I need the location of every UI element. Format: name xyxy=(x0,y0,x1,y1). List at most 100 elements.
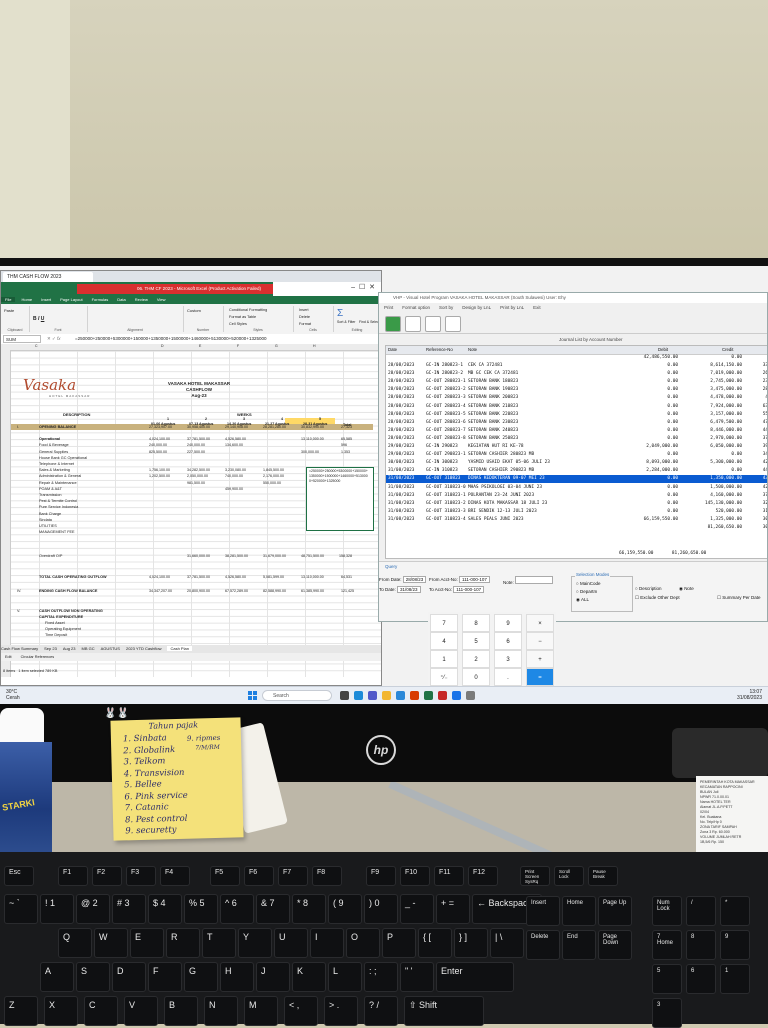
cell-value[interactable]: 4,024,100.00 xyxy=(149,575,170,579)
vhp-menu[interactable]: Print Format option Sort by Design by LnL Pr… xyxy=(379,303,767,313)
row-label[interactable]: Overdraft O/P xyxy=(39,554,62,558)
to-date-field[interactable]: To Date: 31/08/23 xyxy=(379,586,421,593)
key-f9[interactable]: F9 xyxy=(366,866,396,886)
cell-value[interactable]: 1,756,100.00 xyxy=(149,468,170,472)
from-acct-input[interactable]: 111-000-107 xyxy=(459,576,490,583)
key-digit[interactable]: % 5 xyxy=(184,894,218,924)
key-digit[interactable]: & 7 xyxy=(256,894,290,924)
cell-value[interactable]: 82,588,990.00 xyxy=(263,589,286,593)
key-j[interactable]: J xyxy=(256,962,290,992)
cell-value[interactable]: 13,110,000.00 xyxy=(301,575,324,579)
journal-row[interactable]: 28/08/2023 GC-OUT 280823-5 SETORAN BANK 22… xyxy=(386,411,767,419)
journal-list[interactable]: Date Reference-No Note Debit Credit 42,4… xyxy=(385,345,767,559)
cell-value[interactable]: 2,176,000.00 xyxy=(263,474,284,478)
cell-value[interactable]: 134,600.00 xyxy=(225,443,243,447)
cell-value[interactable]: 1,353 xyxy=(341,450,350,454)
key-i[interactable]: I xyxy=(310,928,344,958)
cell-value[interactable]: 30,958,400.00 xyxy=(187,425,210,429)
office-icon[interactable] xyxy=(410,691,419,700)
vhp-app-icon[interactable] xyxy=(438,691,447,700)
cell-value[interactable]: 4,024,100.00 xyxy=(149,437,170,441)
key-f[interactable]: F xyxy=(148,962,182,992)
key-delete[interactable]: Delete xyxy=(526,930,560,960)
cell-value[interactable]: 158,328 xyxy=(339,554,352,558)
cell-value[interactable]: 1,202,500.00 xyxy=(149,474,170,478)
key-digit[interactable]: ! 1 xyxy=(40,894,74,924)
cell-value[interactable]: 30,832,990.00 xyxy=(301,425,324,429)
key-c[interactable]: C xyxy=(84,996,118,1026)
journal-row[interactable]: 31/08/2023 GC-IN 310823 SETORAN CASHIER 29… xyxy=(386,467,767,475)
cell-value[interactable]: 227,500.00 xyxy=(187,450,205,454)
weather-widget[interactable]: 30°C Cerah xyxy=(6,689,20,701)
row-label[interactable]: Food & Beverage xyxy=(39,443,69,447)
row-label[interactable]: CASH OUTFLOW NON OPERATING xyxy=(39,609,103,613)
key-[interactable]: < , xyxy=(284,996,318,1026)
file-explorer-icon[interactable] xyxy=(382,691,391,700)
key-f10[interactable]: F10 xyxy=(400,866,430,886)
calc-key[interactable]: 8 xyxy=(462,614,490,632)
key-scroll[interactable]: Scroll Lock xyxy=(554,866,584,886)
row-label[interactable]: Administration & General xyxy=(39,474,81,478)
vhp-menu-item[interactable]: Format option xyxy=(402,305,430,310)
key-pause[interactable]: Pause Break xyxy=(588,866,618,886)
key-print[interactable]: Print Screen SysRq xyxy=(520,866,550,886)
col-note[interactable]: Note xyxy=(468,346,477,354)
vhp-menu-item[interactable]: Print by LnL xyxy=(500,305,524,310)
row-label[interactable]: House Bank GC Operational xyxy=(39,456,87,460)
key-f2[interactable]: F2 xyxy=(92,866,122,886)
key-t[interactable]: T xyxy=(202,928,236,958)
key-[interactable]: } ] xyxy=(454,928,488,958)
calc-key[interactable]: ⁺⁄₋ xyxy=(430,668,458,686)
key-digit[interactable]: $ 4 xyxy=(148,894,182,924)
row-label[interactable]: Bank Charge xyxy=(39,512,61,516)
cell-value[interactable]: 240,000.00 xyxy=(149,443,167,447)
key-digit[interactable]: ( 9 xyxy=(328,894,362,924)
key-f4[interactable]: F4 xyxy=(160,866,190,886)
edge-icon[interactable] xyxy=(354,691,363,700)
key-e[interactable]: E xyxy=(130,928,164,958)
key-f12[interactable]: F12 xyxy=(468,866,498,886)
key-b[interactable]: B xyxy=(164,996,198,1026)
option-note[interactable]: ◉ Note xyxy=(679,586,694,592)
windows-taskbar[interactable]: 30°C Cerah Search 13:07 31/08/2023 xyxy=(0,686,768,704)
journal-row[interactable]: 31/08/2023 GC-OUT 310823-1 POLRANTAN 23-24… xyxy=(386,492,767,500)
calc-key[interactable]: = xyxy=(526,668,554,686)
row-label[interactable]: Telephone & Internet xyxy=(39,462,74,466)
row-label[interactable]: Time Deposit xyxy=(45,633,67,637)
journal-row[interactable]: 28/08/2023 GC-OUT 280823-8 SETORAN BANK 25… xyxy=(386,435,767,443)
sheet-tab[interactable]: Cash Plan xyxy=(167,646,192,651)
key-numpad[interactable]: / xyxy=(686,896,716,926)
col-reference[interactable]: Reference-No xyxy=(426,346,453,354)
sheet-tab[interactable]: Sep 23 xyxy=(44,646,57,651)
sheet-tab[interactable]: MB GC xyxy=(82,646,95,651)
cell-formula-overlay[interactable]: =250000+250000+5300000+150000+1350000+15… xyxy=(309,469,369,484)
key-x[interactable]: X xyxy=(44,996,78,1026)
key-digit[interactable]: + = xyxy=(436,894,470,924)
calc-key[interactable]: + xyxy=(526,650,554,668)
row-label[interactable]: Transmission xyxy=(39,493,61,497)
journal-row[interactable]: 28/08/2023 GC-OUT 280823-1 SETORAN BANK 18… xyxy=(386,378,767,386)
key-a[interactable]: A xyxy=(40,962,74,992)
cell-value[interactable]: 3,230,080.00 xyxy=(225,468,246,472)
cell-value[interactable]: 31,679,000.00 xyxy=(263,554,286,558)
key-digit[interactable]: # 3 xyxy=(112,894,146,924)
key-f7[interactable]: F7 xyxy=(278,866,308,886)
vhp-print-icon[interactable] xyxy=(405,316,421,332)
key-page-down[interactable]: Page Down xyxy=(598,930,632,960)
row-label[interactable]: Operational xyxy=(39,437,60,441)
cell-value[interactable]: 67,572,289.00 xyxy=(225,589,248,593)
key-u[interactable]: U xyxy=(274,928,308,958)
key-f3[interactable]: F3 xyxy=(126,866,156,886)
cell-value[interactable]: 34,282,500.00 xyxy=(187,468,210,472)
key-g[interactable]: G xyxy=(184,962,218,992)
key-f1[interactable]: F1 xyxy=(58,866,88,886)
cell-value[interactable]: 596 xyxy=(341,443,347,447)
key-numpad[interactable]: * xyxy=(720,896,750,926)
key-digit[interactable]: ^ 6 xyxy=(220,894,254,924)
cell-value[interactable]: 64,531 xyxy=(341,575,352,579)
cell-value[interactable]: 300,000.00 xyxy=(301,450,319,454)
calculator-keypad[interactable]: 7 8 9 × 4 5 6− 1 2 3 + ⁺⁄₋ 0. = xyxy=(428,612,556,686)
cell-value[interactable]: 5,081,599.00 xyxy=(263,575,284,579)
key-f6[interactable]: F6 xyxy=(244,866,274,886)
key-[interactable]: { [ xyxy=(418,928,452,958)
